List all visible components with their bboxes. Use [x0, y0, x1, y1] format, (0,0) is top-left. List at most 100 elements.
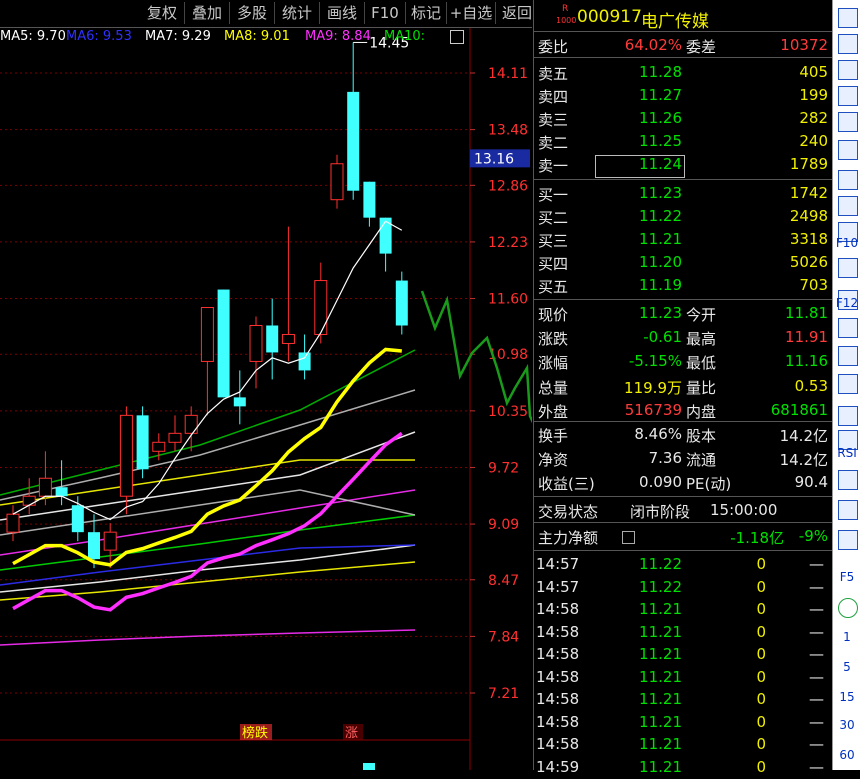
arrow-up-icon[interactable] [838, 8, 858, 28]
ask-label: 卖四 [538, 88, 569, 106]
ask1-highlight [595, 155, 685, 178]
toolbar-button-7[interactable]: +自选 [447, 2, 496, 24]
pencil-icon[interactable] [838, 530, 858, 550]
candle-body-down [88, 532, 100, 560]
ask-row: 卖三 11.26 282 [534, 107, 832, 130]
arrow-down-icon[interactable] [838, 34, 858, 54]
toolbar-button-3[interactable]: 统计 [275, 2, 320, 24]
toolbar-button-5[interactable]: F10 [365, 2, 406, 24]
tick-row: 14:57 11.22 0 — [534, 576, 832, 599]
current-price-label: 13.16 [474, 151, 514, 167]
tick-price: 11.21 [639, 645, 682, 663]
main-net-value: -1.18亿 [730, 529, 784, 547]
bid-volume: 3318 [789, 230, 828, 248]
grid-icon[interactable] [838, 258, 858, 278]
tick-volume: 0 [756, 555, 766, 573]
period-button-0[interactable]: F10 [833, 236, 860, 250]
bid-volume: 1742 [789, 184, 828, 202]
bid-row: 买五 11.19 703 [534, 274, 832, 297]
tick-flag: — [809, 600, 824, 618]
quote-label: 今开 [686, 306, 717, 324]
candle-body-down [136, 415, 149, 470]
period-button-1[interactable]: F12 [833, 296, 860, 310]
quote-label: 流通 [686, 451, 717, 470]
bid-price: 11.20 [639, 253, 682, 271]
ask-price: 11.26 [639, 109, 682, 127]
toolbar-button-6[interactable]: 标记 [406, 2, 447, 24]
ma-line [0, 459, 415, 506]
quote-label: 现价 [538, 306, 569, 324]
period-button-6[interactable]: 15 [833, 690, 860, 704]
ask-label: 卖五 [538, 65, 569, 83]
toolbar-button-1[interactable]: 叠加 [185, 2, 230, 24]
main-net-label: 主力净额 [538, 529, 599, 547]
ask-volume: 405 [799, 63, 828, 81]
candlestick-icon[interactable] [838, 170, 858, 190]
wave-icon[interactable] [838, 406, 858, 426]
quote-row: 净资 7.36 流通 14.2亿 [534, 447, 832, 470]
refresh-icon[interactable] [838, 598, 858, 618]
candle-body-up [119, 414, 133, 497]
menu-icon[interactable] [622, 531, 635, 544]
tick-time: 14:58 [536, 667, 580, 686]
quote-value: -0.61 [643, 328, 682, 347]
toolbar-button-2[interactable]: 多股 [230, 2, 275, 24]
circle-icon[interactable] [838, 374, 858, 394]
quote-label: 最高 [686, 330, 717, 349]
bid-row: 买四 11.20 5026 [534, 251, 832, 274]
pie-icon[interactable] [838, 112, 858, 132]
chart-tag: 涨 [345, 726, 358, 741]
candle-body-up [152, 441, 166, 452]
period-button-8[interactable]: 60 [833, 748, 860, 762]
tick-volume: 0 [756, 735, 766, 753]
quote-label: 股本 [686, 427, 717, 445]
period-button-5[interactable]: 5 [833, 660, 860, 674]
price-axis-label: 8.47 [488, 573, 519, 589]
divider [534, 179, 832, 180]
toolbar-button-4[interactable]: 画线 [320, 2, 365, 24]
tick-volume: 0 [756, 645, 766, 663]
quote-value: 11.81 [785, 304, 828, 322]
list-icon[interactable] [838, 86, 858, 106]
tick-volume: 0 [756, 600, 766, 618]
period-button-2[interactable]: RSI [833, 446, 860, 460]
tick-row: 14:58 11.21 0 — [534, 598, 832, 621]
quote-row: 现价 11.23 今开 11.81 [534, 302, 832, 325]
ask-volume: 1789 [789, 155, 828, 173]
candle-body-up [200, 307, 214, 362]
candle-body-up [168, 432, 182, 443]
candle-body-down [55, 487, 68, 497]
bid-row: 买三 11.21 3318 [534, 228, 832, 251]
kline-chart[interactable]: 14.1113.4812.8612.2311.6010.9810.359.729… [0, 28, 532, 770]
line-chart-icon[interactable] [838, 140, 858, 160]
tick-row: 14:57 11.22 0 — [534, 553, 832, 576]
f12-icon[interactable] [838, 318, 858, 338]
divider [534, 496, 832, 497]
candle-body-down [233, 397, 246, 407]
ask-volume: 282 [799, 109, 828, 127]
quote-label: 换手 [538, 427, 569, 445]
tick-time: 14:57 [536, 555, 580, 573]
tick-flag: — [809, 622, 824, 641]
quote-row: 换手 8.46% 股本 14.2亿 [534, 423, 832, 446]
candle-body-down [347, 91, 360, 191]
table-icon[interactable] [838, 60, 858, 80]
quote-label: 最低 [686, 354, 717, 373]
ma-line [0, 544, 416, 593]
calendar-icon[interactable] [838, 196, 858, 216]
period-button-3[interactable]: F5 [833, 570, 860, 584]
trend-icon[interactable] [838, 346, 858, 366]
ask-volume: 199 [799, 86, 828, 104]
toolbar-button-0[interactable]: 复权 [140, 2, 185, 24]
quote-value: 11.23 [639, 304, 682, 322]
move-icon[interactable] [838, 500, 858, 520]
quote-value: 7.36 [648, 449, 682, 468]
period-button-4[interactable]: 1 [833, 630, 860, 644]
price-axis-label: 7.21 [488, 686, 519, 702]
tick-price: 11.21 [639, 735, 682, 753]
period-button-7[interactable]: 30 [833, 718, 860, 732]
legend-toggle-icon[interactable] [450, 30, 464, 44]
price-axis-label: 10.35 [488, 404, 528, 420]
tick-flag: — [809, 712, 824, 731]
dollar-icon[interactable] [838, 470, 858, 490]
